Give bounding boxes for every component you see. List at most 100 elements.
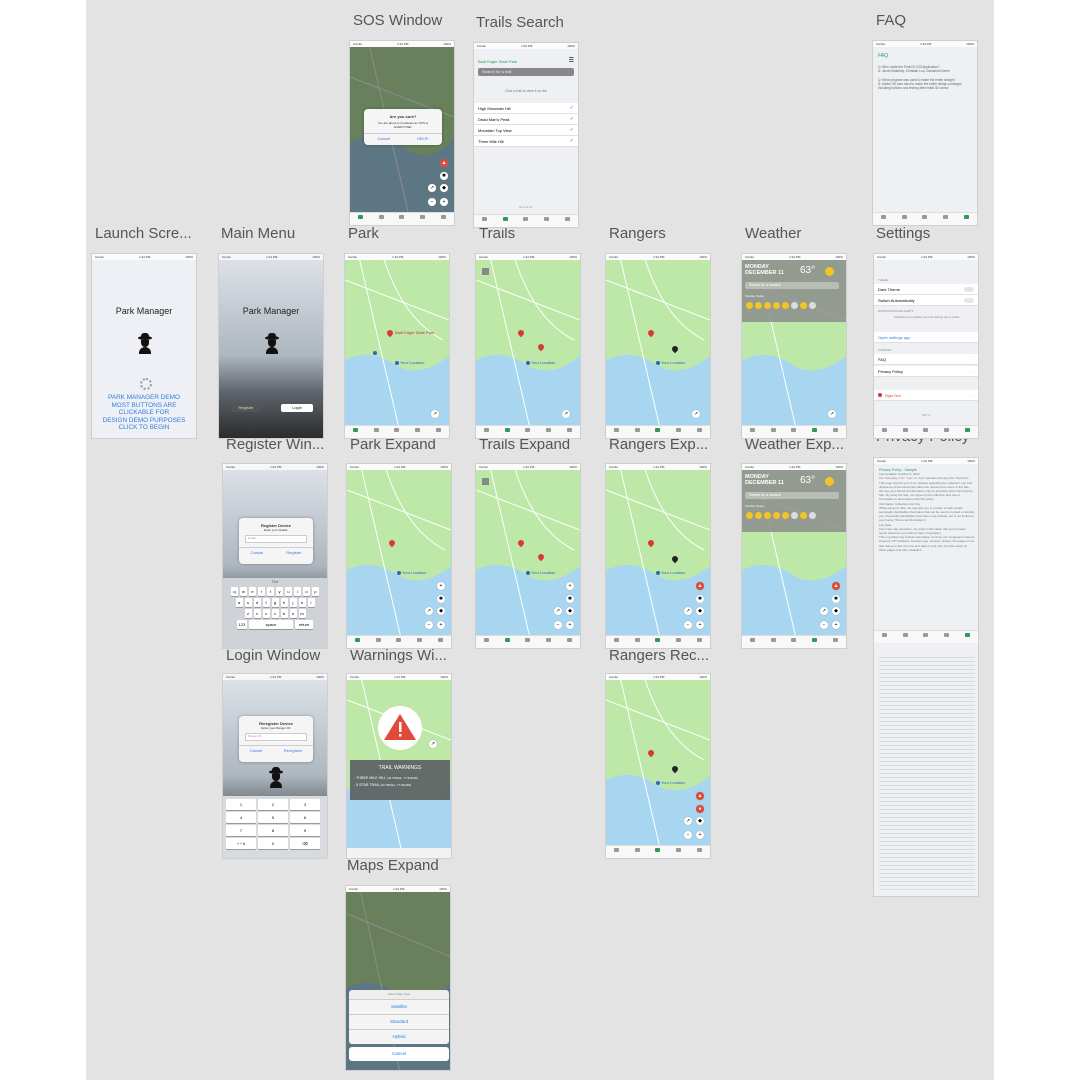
- switch-auto-toggle[interactable]: [964, 297, 974, 303]
- compass-icon[interactable]: ↗: [562, 410, 570, 418]
- sos-icon[interactable]: ✱: [696, 595, 704, 603]
- key-o[interactable]: o: [303, 587, 310, 596]
- ranger-id-input[interactable]: Ranger ID: [245, 733, 307, 741]
- numpad-key[interactable]: 4: [226, 812, 256, 823]
- tab-park[interactable]: [612, 848, 620, 856]
- tab-rangers[interactable]: [524, 638, 532, 646]
- screen-login[interactable]: Carrier 1:24 PM 100% Reregister Device Ent…: [222, 673, 328, 859]
- tab-weather[interactable]: [419, 215, 427, 223]
- tab-trails[interactable]: [633, 848, 641, 856]
- tab-weather[interactable]: [414, 428, 422, 436]
- faq-row[interactable]: FAQ ›: [874, 354, 978, 365]
- pin-icon[interactable]: ◆: [440, 184, 448, 192]
- pin-icon[interactable]: ◆: [696, 817, 704, 825]
- screen-weather[interactable]: Carrier 1:24 PM 100% MONDAY DECEMBER 11 63°…: [741, 253, 847, 439]
- map-view[interactable]: [345, 260, 449, 428]
- key-h[interactable]: h: [280, 598, 288, 607]
- tab-trails[interactable]: [503, 428, 511, 436]
- tab-trails[interactable]: [769, 428, 777, 436]
- list-item[interactable]: Three Mile Hill ✓: [474, 136, 578, 147]
- warning-item[interactable]: - 5 STAR TRAIL (40.735234, -77.921169): [354, 783, 450, 787]
- screen-main-menu[interactable]: Carrier 1:24 PM 100% Park Manager Register…: [218, 253, 324, 439]
- numpad-key[interactable]: 1: [226, 799, 256, 810]
- keyboard-suggestion[interactable]: The: [223, 578, 327, 586]
- numpad-key[interactable]: 5: [258, 812, 288, 823]
- register-button[interactable]: Register: [231, 404, 261, 412]
- tab-trails[interactable]: [901, 428, 909, 436]
- location-search-input[interactable]: Search for a location: [745, 492, 839, 499]
- zoom-in-icon[interactable]: +: [437, 621, 445, 629]
- zoom-out-icon[interactable]: −: [425, 621, 433, 629]
- tab-park[interactable]: [748, 428, 756, 436]
- tab-rangers[interactable]: [654, 428, 662, 436]
- compass-icon[interactable]: ↗: [554, 607, 562, 615]
- tab-weather[interactable]: [675, 638, 683, 646]
- menu-icon[interactable]: [482, 268, 489, 275]
- tab-trails[interactable]: [503, 638, 511, 646]
- list-item[interactable]: High Mountain Hill ✓: [474, 103, 578, 114]
- screen-park-expand[interactable]: Carrier 1:24 PM 100% Your Location + ✱ ↗ ◆…: [346, 463, 452, 649]
- key-w[interactable]: w: [240, 587, 247, 596]
- register-action-button[interactable]: Register: [286, 550, 301, 555]
- sign-out-row[interactable]: Sign Out ›: [874, 390, 978, 401]
- key-x[interactable]: x: [253, 609, 261, 618]
- tab-trails[interactable]: [501, 217, 509, 225]
- compass-icon[interactable]: ↗: [820, 607, 828, 615]
- key-z[interactable]: z: [244, 609, 252, 618]
- map-view[interactable]: [476, 260, 580, 428]
- open-settings-row[interactable]: Open settings app ›: [874, 332, 978, 343]
- map-type-satellite[interactable]: Satellite: [349, 999, 449, 1014]
- zoom-out-icon[interactable]: −: [820, 621, 828, 629]
- screen-sos[interactable]: Carrier 1:24 PM 100% Are you sure? You are…: [349, 40, 455, 226]
- key-123[interactable]: 123: [237, 620, 247, 629]
- add-icon[interactable]: +: [566, 582, 574, 590]
- key-i[interactable]: i: [294, 587, 301, 596]
- numpad-key[interactable]: 8: [258, 825, 288, 836]
- screen-warnings[interactable]: Carrier 1:24 PM 100% ↗ TRAIL WARNINGS - TH…: [346, 673, 452, 859]
- zoom-out-icon[interactable]: −: [684, 831, 692, 839]
- numpad-key[interactable]: ⌫: [290, 838, 320, 849]
- tab-settings[interactable]: [566, 428, 574, 436]
- map-view[interactable]: [606, 680, 710, 848]
- privacy-row[interactable]: Privacy Policy ›: [874, 366, 978, 377]
- tab-settings[interactable]: [963, 215, 971, 223]
- tab-settings[interactable]: [440, 215, 448, 223]
- tab-park[interactable]: [879, 215, 887, 223]
- numpad-key[interactable]: 0: [258, 838, 288, 849]
- tab-park[interactable]: [482, 638, 490, 646]
- key-k[interactable]: k: [298, 598, 306, 607]
- numpad-key[interactable]: 6: [290, 812, 320, 823]
- tab-weather[interactable]: [942, 215, 950, 223]
- tab-settings[interactable]: [832, 638, 840, 646]
- record-icon[interactable]: ●: [696, 805, 704, 813]
- map-type-hybrid[interactable]: Hybrid: [349, 1029, 449, 1044]
- numpad-key[interactable]: 7: [226, 825, 256, 836]
- zoom-in-icon[interactable]: +: [696, 621, 704, 629]
- key-l[interactable]: l: [307, 598, 315, 607]
- tab-rangers[interactable]: [522, 217, 530, 225]
- tab-settings[interactable]: [696, 638, 704, 646]
- zoom-out-icon[interactable]: −: [428, 198, 436, 206]
- add-icon[interactable]: +: [437, 582, 445, 590]
- compass-icon[interactable]: ↗: [692, 410, 700, 418]
- tab-settings[interactable]: [696, 428, 704, 436]
- map-view[interactable]: [347, 470, 451, 638]
- numpad-key[interactable]: 2: [258, 799, 288, 810]
- key-r[interactable]: r: [258, 587, 265, 596]
- tab-rangers[interactable]: [654, 848, 662, 856]
- tab-settings[interactable]: [696, 848, 704, 856]
- sos-cancel-button[interactable]: Cancel: [377, 136, 389, 141]
- menu-icon[interactable]: [482, 478, 489, 485]
- pin-icon[interactable]: ◆: [832, 607, 840, 615]
- warning-icon[interactable]: ▲: [696, 582, 704, 590]
- tab-park[interactable]: [748, 638, 756, 646]
- list-item[interactable]: Dead Man's Peak ✓: [474, 114, 578, 125]
- map-view[interactable]: [606, 470, 710, 638]
- tab-settings[interactable]: [964, 633, 972, 641]
- warning-icon[interactable]: ▲: [440, 159, 448, 167]
- key-a[interactable]: a: [235, 598, 243, 607]
- warning-item[interactable]: - THREE MILE HILL (40.735234, -77.921169…: [354, 776, 450, 780]
- tab-park[interactable]: [880, 428, 888, 436]
- tab-park[interactable]: [612, 638, 620, 646]
- key-v[interactable]: v: [271, 609, 279, 618]
